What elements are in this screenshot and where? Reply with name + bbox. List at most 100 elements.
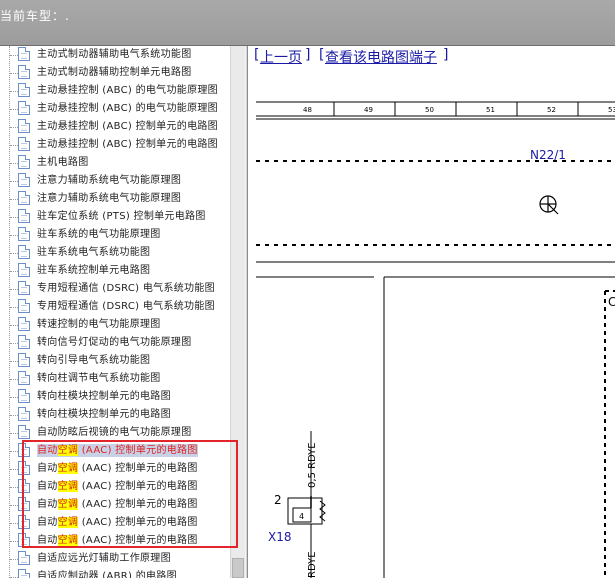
document-icon — [18, 173, 30, 187]
tree-item[interactable]: 自动防眩后视镜的电气功能原理图 — [0, 424, 230, 442]
tree-connector — [10, 109, 18, 110]
tree-item[interactable]: 自适应制动器 (ABR) 的电路图 — [0, 568, 230, 578]
tree-connector — [10, 397, 18, 398]
tree-item[interactable]: 主动悬挂控制 (ABC) 控制单元的电路图 — [0, 136, 230, 154]
tree-item-label: 自适应制动器 (ABR) 的电路图 — [37, 571, 177, 578]
pin-inner: 4 — [299, 512, 304, 521]
tree-item[interactable]: 转向柱调节电气系统功能图 — [0, 370, 230, 388]
tree-item-label: 主动悬挂控制 (ABC) 控制单元的电路图 — [37, 139, 218, 150]
tree-item-label: 转向柱模块控制单元的电路图 — [37, 409, 171, 420]
box-label: C — [608, 295, 615, 309]
search-highlight: 空调 — [57, 517, 79, 528]
tree-item[interactable]: 主机电路图 — [0, 154, 230, 172]
document-icon — [18, 317, 30, 331]
document-icon — [18, 191, 30, 205]
document-icon — [18, 155, 30, 169]
tree-item-label: 自动空调 (AAC) 控制单元的电路图 — [37, 462, 198, 475]
tree-item-label: 驻车定位系统 (PTS) 控制单元电路图 — [37, 211, 206, 222]
tree-item-label: 主动悬挂控制 (ABC) 的电气功能原理图 — [37, 85, 218, 96]
tree-item[interactable]: 转向信号灯促动的电气功能原理图 — [0, 334, 230, 352]
tree-connector — [10, 469, 18, 470]
column-number: 52 — [547, 106, 556, 114]
tree-connector — [10, 271, 18, 272]
tree-item[interactable]: 转向柱模块控制单元的电路图 — [0, 406, 230, 424]
document-icon — [18, 353, 30, 367]
tree-item[interactable]: 专用短程通信 (DSRC) 电气系统功能图 — [0, 298, 230, 316]
tree-item[interactable]: 主动悬挂控制 (ABC) 的电气功能原理图 — [0, 82, 230, 100]
document-icon — [18, 227, 30, 241]
tree-item[interactable]: 专用短程通信 (DSRC) 电气系统功能图 — [0, 280, 230, 298]
tree-item-label: 主动悬挂控制 (ABC) 的电气功能原理图 — [37, 103, 218, 114]
tree-scrollbar[interactable] — [230, 46, 245, 578]
tree-item[interactable]: 驻车系统电气系统功能图 — [0, 244, 230, 262]
tree-item[interactable]: 自动空调 (AAC) 控制单元的电路图 — [0, 532, 230, 550]
tree-item[interactable]: 主动式制动器辅助电气系统功能图 — [0, 46, 230, 64]
tree-item[interactable]: 转速控制的电气功能原理图 — [0, 316, 230, 334]
document-icon — [18, 533, 30, 547]
tree-item-label: 自动空调 (AAC) 控制单元的电路图 — [37, 498, 198, 511]
tree-item[interactable]: 主动悬挂控制 (ABC) 的电气功能原理图 — [0, 100, 230, 118]
search-highlight: 空调 — [57, 535, 79, 546]
tree-item[interactable]: 驻车定位系统 (PTS) 控制单元电路图 — [0, 208, 230, 226]
tree-item[interactable]: 自动空调 (AAC) 控制单元的电路图 — [0, 496, 230, 514]
tree-scrollbar-thumb[interactable] — [232, 558, 244, 578]
label-suffix: (AAC) 控制单元的电路图 — [78, 499, 198, 510]
tree-connector — [10, 325, 18, 326]
ground-symbol — [539, 195, 559, 215]
tree-item-label: 注意力辅助系统电气功能原理图 — [37, 193, 182, 204]
tree-item[interactable]: 自动空调 (AAC) 控制单元的电路图 — [0, 514, 230, 532]
tree-item-label: 驻车系统控制单元电路图 — [37, 265, 151, 276]
component-label: N22/1 — [530, 148, 566, 162]
tree-item-label: 专用短程通信 (DSRC) 电气系统功能图 — [37, 283, 215, 294]
document-icon — [18, 119, 30, 133]
document-icon — [18, 47, 30, 61]
tree-item-label: 主动式制动器辅助电气系统功能图 — [37, 49, 192, 60]
tree-item[interactable]: 驻车系统控制单元电路图 — [0, 262, 230, 280]
tree-item[interactable]: 注意力辅助系统电气功能原理图 — [0, 190, 230, 208]
tree-item[interactable]: 驻车系统的电气功能原理图 — [0, 226, 230, 244]
search-highlight: 空调 — [57, 463, 79, 474]
wire-label: 0,5 RDYE — [307, 442, 318, 488]
column-number: 53 — [608, 106, 615, 114]
document-icon — [18, 443, 30, 457]
diagram-panel: [ 上一页 ] [ 查看该电路图端子 ] 48 49 50 51 52 53 N22/1 … — [248, 46, 615, 578]
search-highlight: 空调 — [57, 481, 79, 492]
tree-item[interactable]: 主动悬挂控制 (ABC) 控制单元的电路图 — [0, 118, 230, 136]
tree-item[interactable]: 转向引导电气系统功能图 — [0, 352, 230, 370]
document-icon — [18, 515, 30, 529]
wire-label-2: RDYE — [307, 551, 318, 578]
tree-item-label: 自适应远光灯辅助工作原理图 — [37, 553, 171, 564]
column-number: 50 — [425, 106, 434, 114]
document-icon — [18, 281, 30, 295]
tree-item[interactable]: 自动空调 (AAC) 控制单元的电路图 — [0, 442, 230, 460]
tree-item-label: 转速控制的电气功能原理图 — [37, 319, 161, 330]
current-model-label: 当前车型：. — [0, 9, 70, 23]
tree-connector — [10, 361, 18, 362]
tree-connector — [10, 415, 18, 416]
tree-item[interactable]: 主动式制动器辅助控制单元电路图 — [0, 64, 230, 82]
tree-item-label: 自动空调 (AAC) 控制单元的电路图 — [37, 534, 198, 547]
tree-item[interactable]: 注意力辅助系统电气功能原理图 — [0, 172, 230, 190]
tree-item[interactable]: 自动空调 (AAC) 控制单元的电路图 — [0, 478, 230, 496]
tree-item-label: 主动式制动器辅助控制单元电路图 — [37, 67, 192, 78]
label-prefix: 自动 — [37, 517, 58, 528]
tree-item-label: 自动空调 (AAC) 控制单元的电路图 — [37, 444, 198, 457]
tree-connector — [10, 487, 18, 488]
tree-item[interactable]: 自适应远光灯辅助工作原理图 — [0, 550, 230, 568]
tree-connector — [10, 559, 18, 560]
label-prefix: 自动 — [37, 445, 58, 456]
tree-connector — [10, 127, 18, 128]
tree-item[interactable]: 转向柱模块控制单元的电路图 — [0, 388, 230, 406]
label-suffix: (AAC) 控制单元的电路图 — [78, 517, 198, 528]
label-prefix: 自动 — [37, 535, 58, 546]
tree-item-label: 主机电路图 — [37, 157, 89, 168]
document-icon — [18, 245, 30, 259]
tree-connector — [10, 163, 18, 164]
connector-label: X18 — [268, 530, 292, 544]
tree-connector — [10, 235, 18, 236]
tree-item[interactable]: 自动空调 (AAC) 控制单元的电路图 — [0, 460, 230, 478]
document-icon — [18, 299, 30, 313]
tree-panel[interactable]: 主动式制动器辅助电气系统功能图 主动式制动器辅助控制单元电路图主动悬挂控制 (AB… — [0, 46, 230, 578]
tree-item-label: 驻车系统的电气功能原理图 — [37, 229, 161, 240]
tree-connector — [10, 541, 18, 542]
